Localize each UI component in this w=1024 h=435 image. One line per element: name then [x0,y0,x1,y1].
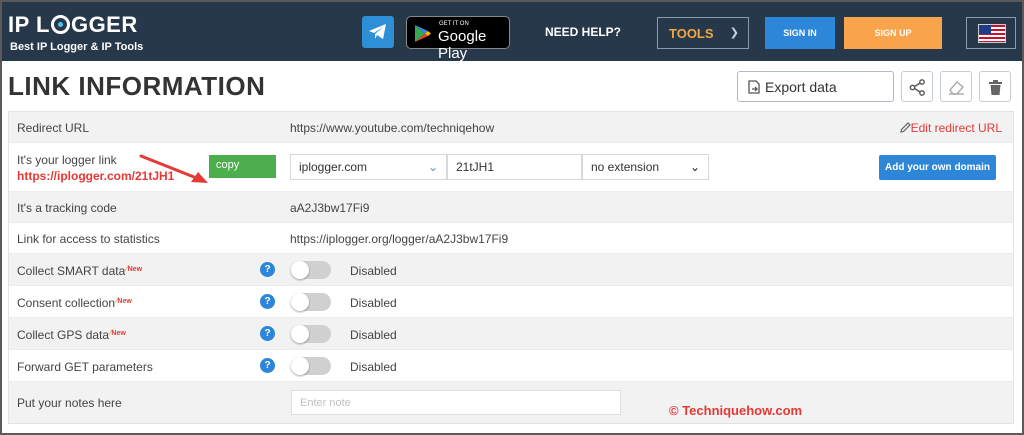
notes-label: Put your notes here [17,396,122,410]
add-own-domain-button[interactable]: Add your own domain [879,155,996,180]
gps-data-label: Collect GPS dataNew [17,328,126,342]
help-icon[interactable]: ? [260,294,275,309]
telegram-icon [369,24,386,39]
tools-dropdown[interactable]: TOOLS ❯ [657,17,749,49]
export-data-label: Export data [765,79,837,95]
logger-link-row: It's your logger link https://iplogger.c… [9,143,1013,192]
link-code-input[interactable]: 21tJH1 [447,154,582,180]
tracking-code-value[interactable]: aA2J3bw17Fi9 [290,201,369,215]
gps-data-toggle[interactable] [291,325,331,343]
share-icon [909,79,925,96]
chevron-down-icon: ⌄ [689,160,700,174]
chevron-down-icon: ❯ [729,27,739,39]
gps-data-state: Disabled [350,328,397,342]
site-logo[interactable]: IP L GGER [8,12,138,38]
export-icon [748,80,760,94]
smart-data-label: Collect SMART dataNew [17,264,142,278]
eraser-icon [949,81,964,95]
consent-toggle[interactable] [291,293,331,311]
google-play-label: Google Play [438,28,487,62]
statistics-link-row: Link for access to statistics https://ip… [9,223,1013,254]
forward-get-state: Disabled [350,360,397,374]
help-icon[interactable]: ? [260,358,275,373]
red-arrow-annotation [139,154,208,183]
watermark-text: © Techniquehow.com [669,403,803,418]
tools-label: TOOLS [669,26,714,41]
delete-button[interactable] [979,71,1011,102]
forward-get-label: Forward GET parameters [17,360,153,374]
top-navigation-bar: IP L GGER Best IP Logger & IP Tools GET I… [2,2,1022,62]
forward-get-toggle[interactable] [291,357,331,375]
statistics-link-label: Link for access to statistics [17,232,160,246]
language-selector[interactable] [966,17,1016,49]
smart-data-toggle[interactable] [291,261,331,279]
help-icon[interactable]: ? [260,262,275,277]
logger-link-label: It's your logger link [17,153,117,167]
chevron-down-icon: ⌄ [427,160,438,174]
share-button[interactable] [901,71,933,102]
notes-row: Put your notes here Enter note © Techniq… [9,382,1013,423]
site-tagline: Best IP Logger & IP Tools [10,41,144,53]
consent-label: Consent collectionNew [17,296,132,310]
edit-redirect-url-link[interactable]: Edit redirect URL [911,121,1002,135]
redirect-url-label: Redirect URL [17,121,90,135]
tracking-code-row: It's a tracking code aA2J3bw17Fi9 [9,192,1013,223]
redirect-url-row: Redirect URL https://www.youtube.com/tec… [9,112,1013,143]
sign-up-button[interactable]: SIGN UP [844,17,942,49]
statistics-link-value[interactable]: https://iplogger.org/logger/aA2J3bw17Fi9 [290,232,508,246]
tracking-code-label: It's a tracking code [17,201,117,215]
extension-select[interactable]: no extension ⌄ [582,154,709,180]
forward-get-row: Forward GET parameters ? Disabled [9,350,1013,382]
google-play-small-text: GET IT ON [439,21,469,27]
telegram-button[interactable] [362,16,394,48]
redirect-url-value[interactable]: https://www.youtube.com/techniqehow [290,121,494,135]
need-help-link[interactable]: NEED HELP? [545,25,621,39]
logo-eye-icon [50,15,70,34]
copy-button[interactable]: copy [209,155,276,178]
clear-button[interactable] [940,71,972,102]
new-badge: New [110,330,126,337]
sign-in-button[interactable]: SIGN IN [765,17,835,49]
new-badge: New [116,298,132,305]
help-icon[interactable]: ? [260,326,275,341]
us-flag-icon [978,24,1006,43]
gps-data-row: Collect GPS dataNew ? Disabled [9,318,1013,350]
notes-input[interactable]: Enter note [291,390,621,415]
trash-icon [989,80,1002,95]
link-code-value: 21tJH1 [456,160,495,174]
export-data-button[interactable]: Export data [737,71,894,102]
extension-select-value: no extension [591,160,660,174]
domain-select[interactable]: iplogger.com ⌄ [290,154,447,180]
google-play-badge[interactable]: GET IT ON Google Play [406,16,510,62]
smart-data-state: Disabled [350,264,397,278]
smart-data-row: Collect SMART dataNew ? Disabled [9,254,1013,286]
consent-row: Consent collectionNew ? Disabled [9,286,1013,318]
new-badge: New [126,266,142,273]
domain-select-value: iplogger.com [299,160,368,174]
link-info-table: Redirect URL https://www.youtube.com/tec… [8,111,1014,424]
google-play-icon [415,25,431,42]
page-title: LINK INFORMATION [8,71,266,101]
consent-state: Disabled [350,296,397,310]
